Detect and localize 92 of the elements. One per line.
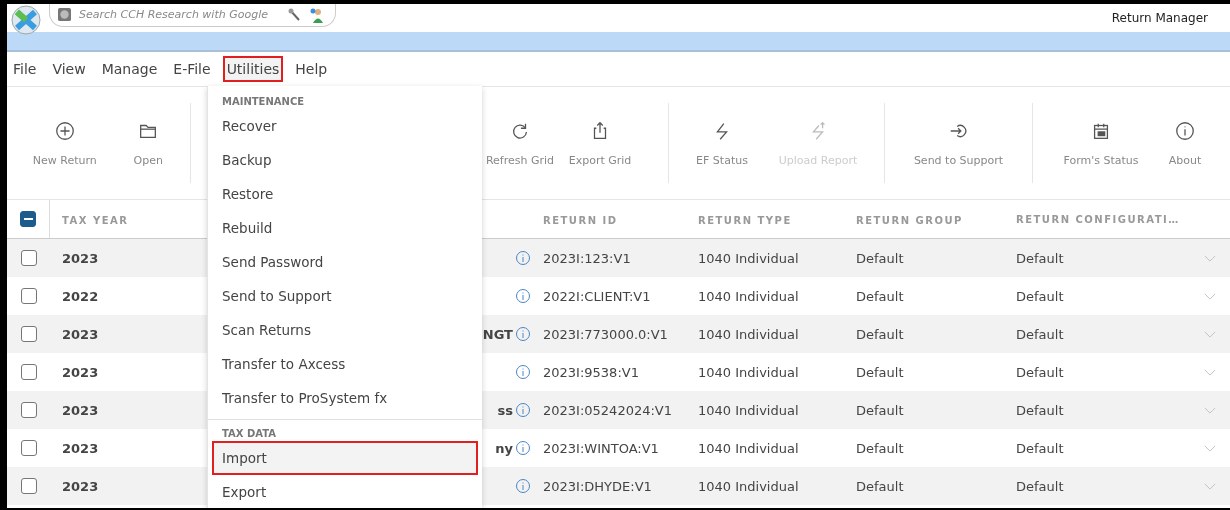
- info-icon[interactable]: [515, 478, 531, 494]
- table-cell: NGT: [482, 326, 513, 342]
- table-cell: 2023: [62, 326, 99, 342]
- menu-item[interactable]: Backup: [212, 143, 478, 177]
- menu-item[interactable]: Manage: [97, 56, 162, 82]
- menu-item[interactable]: Send to Support: [212, 279, 478, 313]
- menu-item[interactable]: Recover: [212, 109, 478, 143]
- chevron-down-icon[interactable]: [1204, 368, 1216, 376]
- table-cell: 2023: [62, 440, 99, 456]
- table-cell: Default: [1016, 478, 1064, 494]
- app-logo-icon[interactable]: [11, 5, 41, 35]
- table-cell: 1040 Individual: [698, 250, 799, 266]
- info-icon: [1174, 119, 1196, 142]
- row-checkbox[interactable]: [20, 364, 37, 380]
- info-icon[interactable]: [515, 364, 531, 380]
- toolbar-button[interactable]: Form's Status: [1059, 119, 1143, 167]
- table-cell: 2022I:CLIENT:V1: [543, 288, 651, 304]
- toolbar-button[interactable]: Send to Support: [898, 119, 1019, 167]
- table-cell: Default: [856, 326, 904, 342]
- table-cell: 1040 Individual: [698, 326, 799, 342]
- table-cell: 2022: [62, 288, 99, 304]
- menu-item[interactable]: Help: [291, 56, 332, 82]
- table-cell: Default: [1016, 364, 1064, 380]
- chevron-down-icon[interactable]: [1204, 292, 1216, 300]
- menu-item[interactable]: Scan Returns: [212, 313, 478, 347]
- table-cell: Default: [1016, 326, 1064, 342]
- toolbar-button[interactable]: EF Status: [674, 119, 770, 167]
- row-checkbox[interactable]: [20, 326, 37, 342]
- info-icon[interactable]: [515, 440, 531, 456]
- table-cell: 2023I:773000.0:V1: [543, 326, 668, 342]
- table-cell: Default: [1016, 402, 1064, 418]
- table-cell: 2023I:WINTOA:V1: [543, 440, 659, 456]
- globe-icon: [58, 8, 71, 21]
- menu-item[interactable]: Rebuild: [212, 211, 478, 245]
- info-icon[interactable]: [515, 326, 531, 342]
- chevron-down-icon[interactable]: [1204, 444, 1216, 452]
- table-cell: Default: [1016, 250, 1064, 266]
- menu-item[interactable]: View: [48, 56, 90, 82]
- menu-item[interactable]: E-File: [169, 56, 215, 82]
- search-field[interactable]: Search CCH Research with Google: [77, 7, 281, 22]
- select-all-checkbox[interactable]: [20, 211, 36, 227]
- table-cell: Default: [856, 250, 904, 266]
- table-cell: 1040 Individual: [698, 478, 799, 494]
- toolbar-button[interactable]: Export Grid: [560, 119, 640, 167]
- table-cell: 2023I:05242024:V1: [543, 402, 672, 418]
- menu-item[interactable]: Restore: [212, 177, 478, 211]
- row-checkbox[interactable]: [20, 250, 37, 266]
- table-cell: 1040 Individual: [698, 440, 799, 456]
- plus-circle-icon: [53, 119, 76, 142]
- table-cell: 2023: [62, 250, 99, 266]
- menu-item[interactable]: Send Password: [212, 245, 478, 279]
- table-cell: 2023I:9538:V1: [543, 364, 639, 380]
- person-icon[interactable]: [309, 6, 325, 23]
- section-heading: TAX DATA: [221, 427, 278, 441]
- row-checkbox[interactable]: [20, 478, 37, 494]
- table-cell: Default: [1016, 440, 1064, 456]
- table-cell: 2023I:DHYDE:V1: [543, 478, 652, 494]
- table-cell: Default: [856, 402, 904, 418]
- menu-item[interactable]: Import: [212, 441, 478, 475]
- table-cell: ny: [495, 440, 513, 456]
- info-icon[interactable]: [515, 402, 531, 418]
- table-cell: Default: [1016, 288, 1064, 304]
- table-cell: Default: [856, 364, 904, 380]
- menu-item[interactable]: Transfer to ProSystem fx: [212, 381, 478, 415]
- wand-icon[interactable]: [287, 6, 303, 23]
- window-title: Return Manager: [1111, 11, 1208, 25]
- toolbar-button[interactable]: About: [1143, 119, 1227, 167]
- section-heading: MAINTENANCE: [221, 95, 306, 109]
- row-checkbox[interactable]: [20, 440, 37, 456]
- table-cell: 2023: [62, 364, 99, 380]
- row-checkbox[interactable]: [20, 402, 37, 418]
- info-icon[interactable]: [515, 288, 531, 304]
- table-cell: Default: [856, 288, 904, 304]
- table-cell: 2023: [62, 478, 99, 494]
- toolbar-button[interactable]: Open: [106, 119, 190, 167]
- row-checkbox[interactable]: [20, 288, 37, 304]
- table-cell: 1040 Individual: [698, 402, 799, 418]
- menu-item[interactable]: Transfer to Axcess: [212, 347, 478, 381]
- table-cell: Default: [856, 440, 904, 456]
- table-cell: ss: [497, 402, 513, 418]
- info-icon[interactable]: [515, 250, 531, 266]
- menu-item[interactable]: File: [9, 56, 41, 82]
- table-cell: 1040 Individual: [698, 364, 799, 380]
- table-cell: 2023I:123:V1: [543, 250, 631, 266]
- table-cell: 2023: [62, 402, 99, 418]
- table-cell: 1040 Individual: [698, 288, 799, 304]
- menu-item[interactable]: Utilities: [222, 56, 284, 82]
- toolbar-button[interactable]: Refresh Grid: [480, 119, 560, 167]
- search-bar[interactable]: Search CCH Research with Google: [49, 4, 336, 27]
- toolbar-button[interactable]: New Return: [23, 119, 107, 167]
- table-cell: Default: [856, 478, 904, 494]
- menu-item[interactable]: Export: [212, 475, 478, 508]
